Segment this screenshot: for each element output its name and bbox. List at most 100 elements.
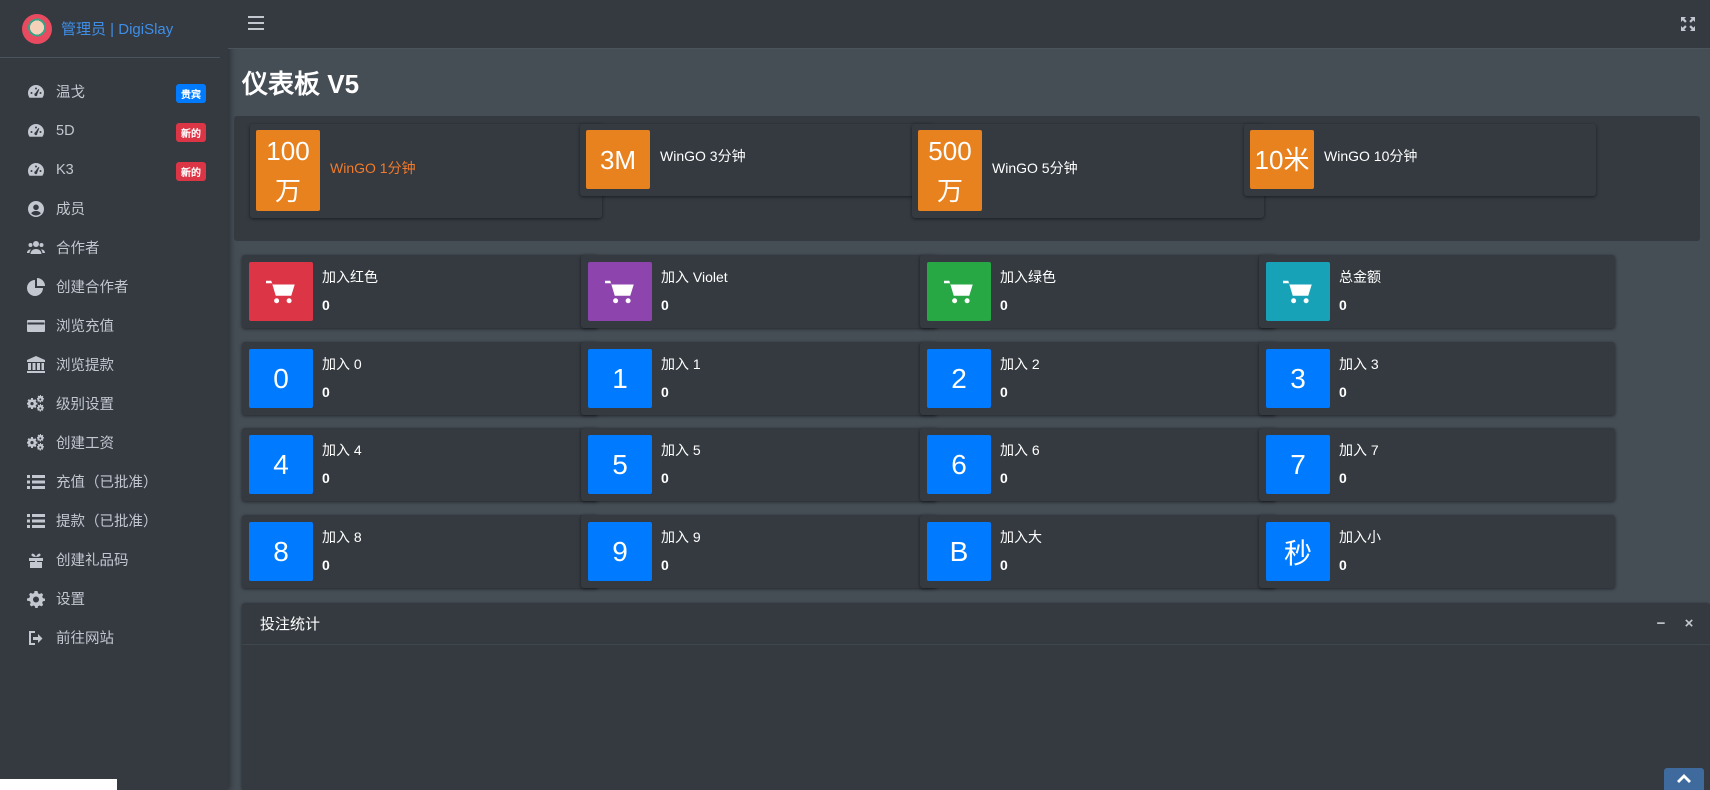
brand[interactable]: 管理员 | DigiSlay xyxy=(0,0,220,58)
sidebar-item-label: 创建工资 xyxy=(56,436,114,452)
stat-box: 2 加入 2 0 xyxy=(920,342,1276,415)
sidebar-footer-panel xyxy=(0,779,117,790)
sidebar-item-12[interactable]: 提款（已批准） xyxy=(0,501,228,540)
top-navbar xyxy=(228,0,1710,49)
stat-box-icon: 9 xyxy=(588,522,652,581)
close-icon[interactable]: × xyxy=(1682,615,1696,632)
stat-box-value: 0 xyxy=(1000,384,1008,400)
game-card-icon: 100万 xyxy=(256,130,320,211)
stat-box: 7 加入 7 0 xyxy=(1259,428,1615,501)
sidebar-badge: 新的 xyxy=(176,162,206,181)
sidebar-item-label: 充值（已批准） xyxy=(56,475,158,491)
tachometer-icon xyxy=(26,160,46,180)
stat-box: 秒加入小 0 xyxy=(1259,515,1615,588)
users-icon xyxy=(26,238,46,258)
stat-box-icon: B xyxy=(927,522,991,581)
chevron-up-icon xyxy=(1677,774,1691,783)
stat-box-icon: 6 xyxy=(927,435,991,494)
sidebar-item-label: 提款（已批准） xyxy=(56,514,158,530)
stat-box-label: 加入大 xyxy=(1000,529,1042,545)
stat-box: 1 加入 1 0 xyxy=(581,342,937,415)
stat-box-value: 0 xyxy=(322,297,330,313)
sidebar-item-2[interactable]: 5D 新的 xyxy=(0,111,228,150)
game-card-label: WinGO 10分钟 xyxy=(1324,148,1418,164)
bet-statistics-title: 投注统计 xyxy=(260,616,321,633)
stat-box-value: 0 xyxy=(1339,384,1347,400)
scroll-to-top-button[interactable] xyxy=(1664,768,1704,790)
cart-icon xyxy=(1266,262,1330,321)
sidebar-badge: 贵宾 xyxy=(176,84,206,103)
stat-box-value: 0 xyxy=(322,470,330,486)
cart-icon xyxy=(588,262,652,321)
menu-toggle-icon[interactable] xyxy=(248,16,264,30)
sidebar-item-1[interactable]: 温戈 贵宾 xyxy=(0,72,228,111)
bet-statistics-card: 投注统计 − × xyxy=(242,603,1710,790)
gift-icon xyxy=(26,550,46,570)
sidebar-item-13[interactable]: 创建礼品码 xyxy=(0,540,228,579)
stat-box-value: 0 xyxy=(661,384,669,400)
stat-box-label: 加入红色 xyxy=(322,269,378,285)
stat-box-label: 加入 8 xyxy=(322,529,362,545)
game-card-icon: 3M xyxy=(586,130,650,189)
stat-box: 加入绿色 0 xyxy=(920,255,1276,328)
stat-box-value: 0 xyxy=(1000,297,1008,313)
credit-card-icon xyxy=(26,316,46,336)
bet-statistics-header: 投注统计 xyxy=(242,603,1710,645)
stat-box-value: 0 xyxy=(322,384,330,400)
game-card-icon: 10米 xyxy=(1250,130,1314,189)
sidebar-item-label: 合作者 xyxy=(56,241,100,257)
sidebar-item-14[interactable]: 设置 xyxy=(0,579,228,618)
stat-box-value: 0 xyxy=(1000,557,1008,573)
sidebar-item-10[interactable]: 创建工资 xyxy=(0,423,228,462)
list-icon xyxy=(26,511,46,531)
stat-box-value: 0 xyxy=(1339,557,1347,573)
stat-box-label: 加入绿色 xyxy=(1000,269,1056,285)
sidebar-item-8[interactable]: 浏览提款 xyxy=(0,345,228,384)
sidebar-item-label: 级别设置 xyxy=(56,397,114,413)
sidebar-item-11[interactable]: 充值（已批准） xyxy=(0,462,228,501)
sidebar-item-5[interactable]: 合作者 xyxy=(0,228,228,267)
sidebar-item-label: 创建礼品码 xyxy=(56,553,129,569)
sidebar-item-label: 5D xyxy=(56,122,75,139)
pie-chart-icon xyxy=(26,277,46,297)
sidebar-item-7[interactable]: 浏览充值 xyxy=(0,306,228,345)
stat-box-label: 加入 9 xyxy=(661,529,701,545)
stat-box-label: 加入 6 xyxy=(1000,442,1040,458)
sidebar-nav: 温戈 贵宾 5D 新的 K3 新的 成员 合作者 创建合作者 浏览充值 浏览提款 级别设置 创建工资 充值… xyxy=(0,58,228,657)
stat-box: 5 加入 5 0 xyxy=(581,428,937,501)
stat-box: 8 加入 8 0 xyxy=(242,515,598,588)
stat-box-value: 0 xyxy=(661,557,669,573)
stat-box-icon: 2 xyxy=(927,349,991,408)
sidebar-badge: 新的 xyxy=(176,123,206,142)
game-card-icon: 500万 xyxy=(918,130,982,211)
game-card-row: 100万 WinGO 1分钟 3M WinGO 3分钟 500万 WinGO 5… xyxy=(234,116,1700,241)
stat-box-label: 加入 2 xyxy=(1000,356,1040,372)
stat-box: 3 加入 3 0 xyxy=(1259,342,1615,415)
brand-title: 管理员 | DigiSlay xyxy=(61,21,174,38)
sidebar-item-label: 温戈 xyxy=(56,85,85,101)
tachometer-icon xyxy=(26,121,46,141)
bank-icon xyxy=(26,355,46,375)
game-card-wingo-10[interactable]: 10米 WinGO 10分钟 xyxy=(1244,124,1596,196)
sidebar-item-6[interactable]: 创建合作者 xyxy=(0,267,228,306)
brand-avatar xyxy=(22,13,52,44)
user-circle-icon xyxy=(26,199,46,219)
sidebar-item-3[interactable]: K3 新的 xyxy=(0,150,228,189)
game-card-wingo-5[interactable]: 500万 WinGO 5分钟 xyxy=(912,124,1264,218)
game-card-wingo-3[interactable]: 3M WinGO 3分钟 xyxy=(580,124,932,196)
stat-box: 加入红色 0 xyxy=(242,255,598,328)
stat-box: 9 加入 9 0 xyxy=(581,515,937,588)
stat-box-icon: 5 xyxy=(588,435,652,494)
stat-box-label: 加入 1 xyxy=(661,356,701,372)
fullscreen-icon[interactable] xyxy=(1680,16,1696,32)
gear-icon xyxy=(26,589,46,609)
game-card-wingo-1[interactable]: 100万 WinGO 1分钟 xyxy=(250,124,602,218)
sign-out-icon xyxy=(26,628,46,648)
minimize-icon[interactable]: − xyxy=(1654,615,1668,632)
sidebar-item-label: 创建合作者 xyxy=(56,280,129,296)
sidebar-item-9[interactable]: 级别设置 xyxy=(0,384,228,423)
sidebar-item-4[interactable]: 成员 xyxy=(0,189,228,228)
sidebar-item-label: 前往网站 xyxy=(56,631,114,647)
stat-box-label: 加入小 xyxy=(1339,529,1381,545)
sidebar-item-15[interactable]: 前往网站 xyxy=(0,618,228,657)
